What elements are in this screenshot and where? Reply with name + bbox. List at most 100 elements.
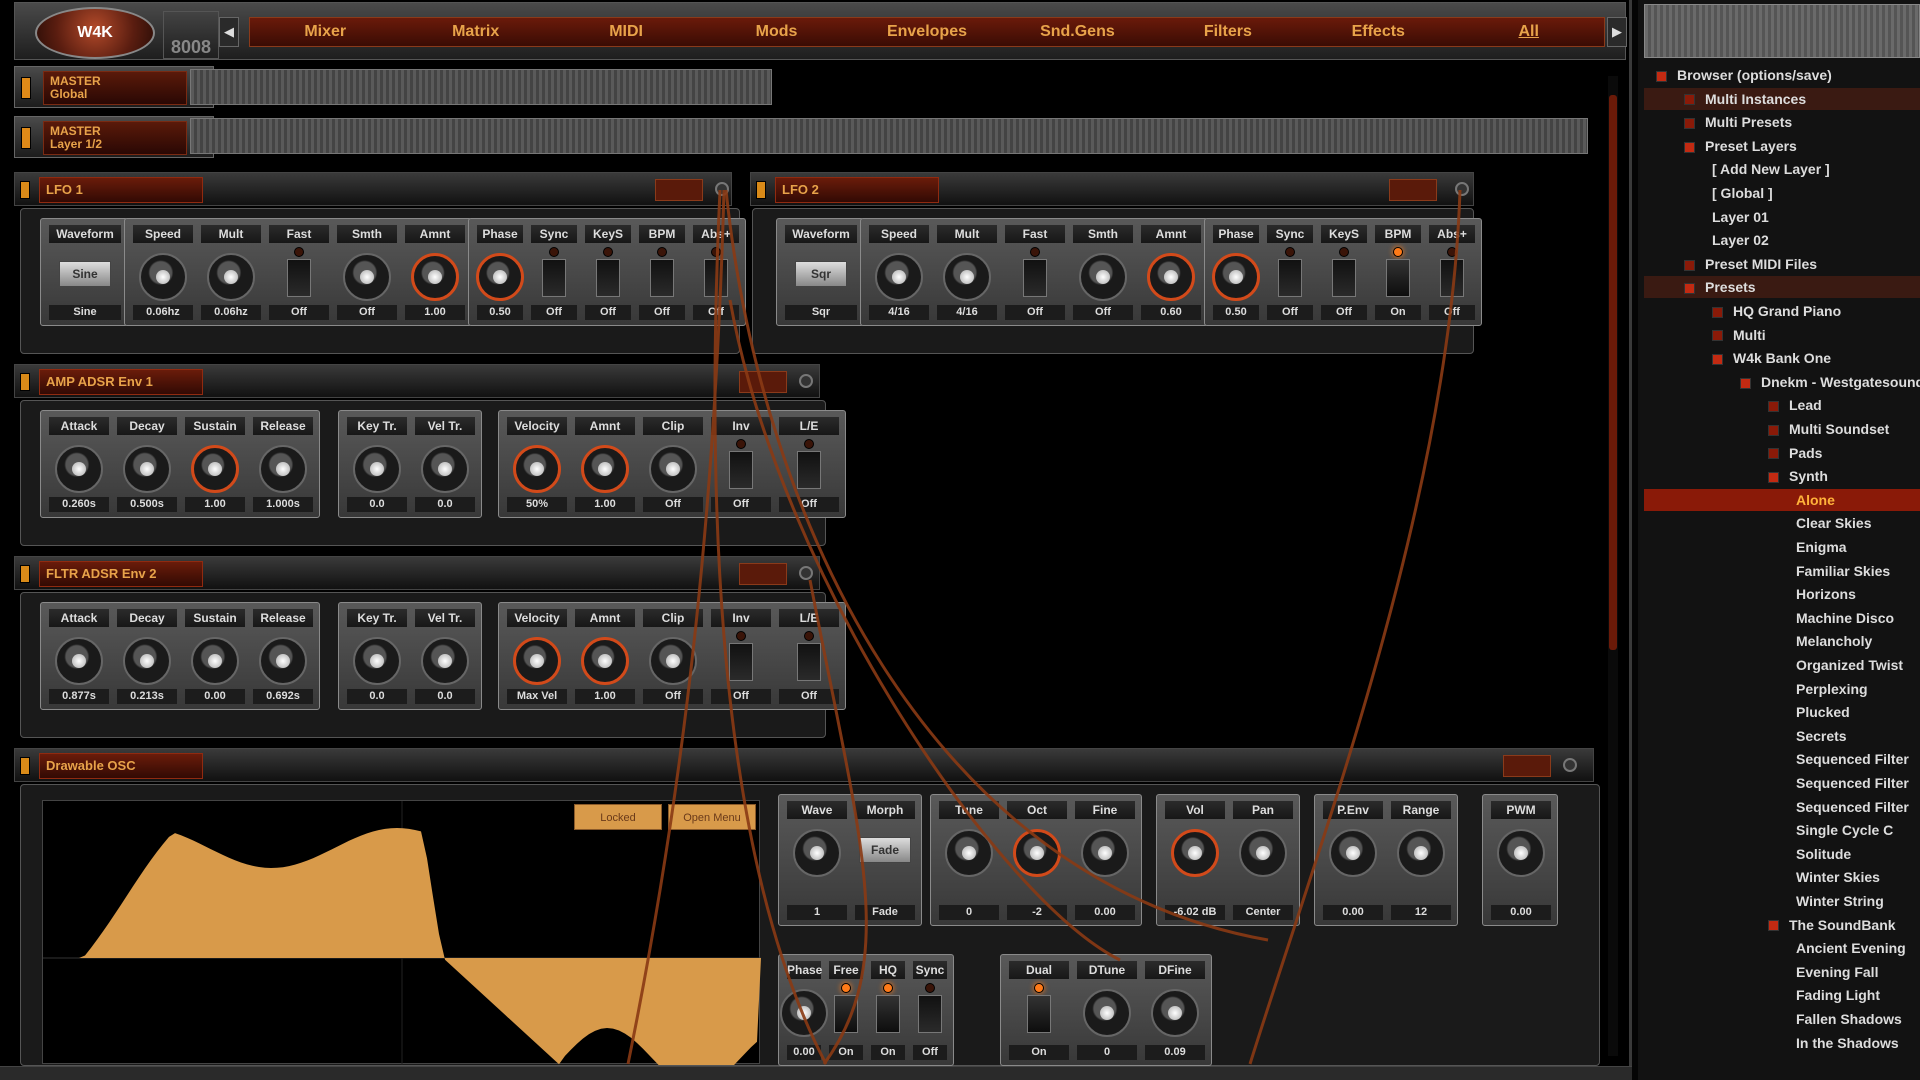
tree-item-label: Fading Light (1796, 987, 1880, 1004)
tree-item[interactable]: Preset MIDI Files (1644, 253, 1920, 275)
tree-item[interactable]: Organized Twist (1644, 654, 1920, 676)
tree-item-label: [ Add New Layer ] (1712, 161, 1830, 178)
tree-item[interactable]: [ Global ] (1644, 182, 1920, 204)
tree-item[interactable]: Clear Skies (1644, 512, 1920, 534)
tree-item[interactable]: Multi Instances (1644, 87, 1920, 110)
folder-open-icon[interactable] (1684, 283, 1695, 295)
tree-item[interactable]: Presets (1644, 276, 1920, 299)
cable[interactable] (724, 189, 1269, 942)
tree-item[interactable]: Preset Layers (1644, 135, 1920, 157)
tree-item-label: Horizons (1796, 586, 1856, 603)
tree-item-label: Sequenced Filter (1796, 798, 1909, 815)
tree-item[interactable]: In the Shadows (1644, 1032, 1920, 1054)
tree-item-label: Perplexing (1796, 680, 1868, 697)
tree-item[interactable]: Winter Skies (1644, 866, 1920, 888)
tree-item-label: Browser (options/save) (1677, 67, 1832, 83)
tree-item-label: Solitude (1796, 845, 1852, 862)
tree-item[interactable]: Single Cycle C (1644, 819, 1920, 841)
folder-open-icon[interactable] (1656, 70, 1667, 82)
tree-item-label: Multi Presets (1705, 114, 1793, 131)
tree-item[interactable]: Sequenced Filter (1644, 796, 1920, 818)
tree-item[interactable]: Multi Presets (1644, 111, 1920, 133)
cable[interactable] (1248, 189, 1462, 1065)
tree-item-label: Alone (1796, 491, 1835, 508)
folder-icon[interactable] (1684, 94, 1695, 106)
folder-open-icon[interactable] (1712, 353, 1723, 365)
tree-item-label: Enigma (1796, 539, 1847, 555)
tree-item[interactable]: Alone (1644, 488, 1920, 511)
folder-icon[interactable] (1768, 424, 1779, 436)
tree-item[interactable]: Pads (1644, 442, 1920, 464)
tree-item[interactable]: Melancholy (1644, 630, 1920, 652)
tree-item-label: Fallen Shadows (1796, 1011, 1902, 1027)
tree-item-label: Plucked (1796, 704, 1850, 721)
tree-item[interactable]: Machine Disco (1644, 607, 1920, 629)
tree-item-label: Layer 02 (1712, 232, 1769, 249)
tree-item-label: W4k Bank One (1733, 350, 1832, 367)
tree-item-label: Ancient Evening (1796, 940, 1906, 957)
tree-item-label: [ Global ] (1712, 185, 1773, 201)
folder-icon[interactable] (1712, 306, 1723, 318)
mod-cables (626, 189, 1462, 1065)
tree-item[interactable]: Dnekm - Westgatesound (1644, 371, 1920, 393)
tree-item[interactable]: Multi (1644, 324, 1920, 346)
tree-item[interactable]: Enigma (1644, 536, 1920, 558)
folder-icon[interactable] (1768, 448, 1779, 460)
tree-item[interactable]: Layer 01 (1644, 206, 1920, 228)
tree-item[interactable]: Lead (1644, 394, 1920, 416)
tree-item[interactable]: [ Add New Layer ] (1644, 158, 1920, 180)
tree-item[interactable]: HQ Grand Piano (1644, 300, 1920, 322)
folder-open-icon[interactable] (1684, 141, 1695, 153)
tree-item-label: Dnekm - Westgatesound (1761, 373, 1920, 390)
folder-icon[interactable] (1712, 330, 1723, 342)
cable[interactable] (808, 579, 868, 1065)
folder-icon[interactable] (1684, 117, 1695, 129)
tree-item[interactable]: Secrets (1644, 725, 1920, 747)
tree-item[interactable]: Winter String (1644, 890, 1920, 912)
browser-tree: Browser (options/save) Multi Instances Mul… (1644, 64, 1920, 1080)
tree-item-label: Familiar Skies (1796, 562, 1891, 579)
cable[interactable] (713, 189, 828, 1065)
tree-item[interactable]: Browser (options/save) (1644, 64, 1920, 86)
tree-item-label: Multi Soundset (1789, 421, 1890, 437)
status-bar (0, 1066, 1632, 1080)
cable[interactable] (728, 299, 1121, 962)
tree-item-label: Sequenced Filter (1796, 751, 1909, 768)
tree-item[interactable]: Sequenced Filter (1644, 772, 1920, 794)
tree-item[interactable]: Familiar Skies (1644, 560, 1920, 582)
tree-item[interactable]: Plucked (1644, 701, 1920, 723)
tree-item[interactable]: Fallen Shadows (1644, 1008, 1920, 1030)
folder-open-icon[interactable] (1768, 920, 1779, 932)
tree-item-label: Pads (1789, 444, 1823, 461)
tree-item[interactable]: Multi Soundset (1644, 418, 1920, 440)
main-scroll-thumb[interactable] (1609, 95, 1617, 650)
tree-item-label: HQ Grand Piano (1733, 303, 1842, 319)
tree-item[interactable]: Perplexing (1644, 678, 1920, 700)
tree-item-label: Organized Twist (1796, 657, 1904, 673)
tree-item[interactable]: Ancient Evening (1644, 937, 1920, 959)
folder-icon[interactable] (1768, 401, 1779, 413)
tree-item[interactable]: Horizons (1644, 583, 1920, 605)
folder-open-icon[interactable] (1768, 471, 1779, 483)
tree-item[interactable]: Layer 02 (1644, 229, 1920, 251)
tree-item-label: Clear Skies (1796, 515, 1872, 532)
tree-item[interactable]: Solitude (1644, 843, 1920, 865)
tree-item[interactable]: Sequenced Filter (1644, 748, 1920, 770)
synth-app: W4K 8008 ◀ Mixer Matrix MIDI Mods Envelopes S… (0, 0, 1920, 1080)
main-panel: W4K 8008 ◀ Mixer Matrix MIDI Mods Envelopes S… (0, 0, 1632, 1080)
tree-item-label: The SoundBank (1789, 916, 1896, 933)
tree-item[interactable]: W4k Bank One (1644, 347, 1920, 369)
tree-item[interactable]: Synth (1644, 465, 1920, 487)
tree-item-label: Layer 01 (1712, 208, 1769, 225)
tree-item-label: Winter String (1796, 893, 1884, 909)
tree-item[interactable]: Fading Light (1644, 984, 1920, 1006)
cable[interactable] (626, 189, 726, 1065)
folder-icon[interactable] (1684, 259, 1695, 271)
browser-search-bar[interactable] (1644, 4, 1920, 58)
tree-item-label: Preset Layers (1705, 137, 1797, 154)
tree-item-label: Preset MIDI Files (1705, 255, 1818, 272)
tree-item[interactable]: Evening Fall (1644, 961, 1920, 983)
tree-item-label: Presets (1705, 279, 1756, 296)
folder-open-icon[interactable] (1740, 377, 1751, 389)
tree-item[interactable]: The SoundBank (1644, 914, 1920, 936)
